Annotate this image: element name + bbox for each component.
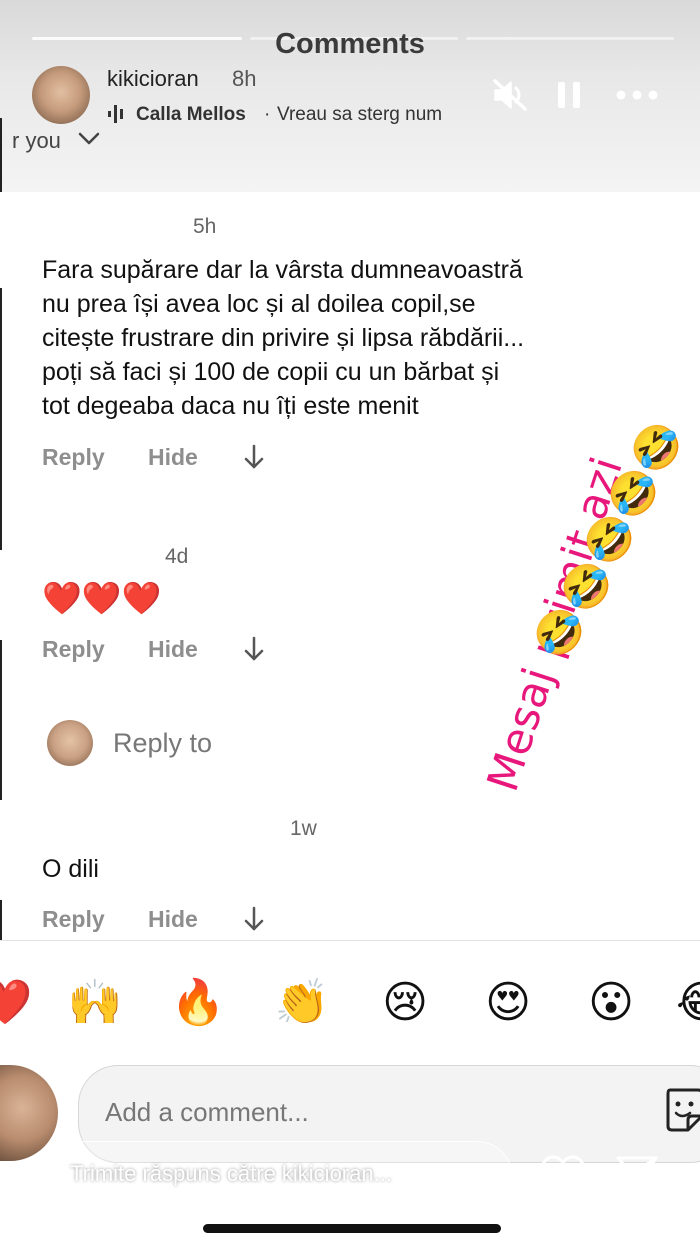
laughing-emoji-sticker: 🤣 [630,424,683,471]
laughing-emoji-sticker: 🤣 [607,470,660,517]
reply-button[interactable]: Reply [42,636,105,663]
home-indicator [203,1224,501,1233]
muted-speaker-icon[interactable] [492,78,528,112]
pause-icon[interactable] [556,80,582,110]
reply-button[interactable]: Reply [42,906,105,933]
comment-filter-label[interactable]: r you [12,128,61,154]
edge-shadow [0,900,2,940]
music-artist[interactable]: Calla Mellos [136,104,246,126]
send-icon[interactable] [614,1154,660,1196]
music-song-title[interactable]: Vreau sa sterg num [277,104,465,126]
chevron-down-icon[interactable] [78,132,100,146]
comment-text-line: nu prea își avea loc și al doilea copil,… [42,290,476,318]
comment-timestamp: 1w [290,817,317,840]
story-timestamp: 8h [232,66,257,91]
more-options-icon[interactable] [616,90,658,100]
hide-button[interactable]: Hide [148,906,198,933]
add-comment-placeholder[interactable]: Add a comment... [105,1097,309,1128]
sticker-icon[interactable] [664,1086,700,1134]
music-bars-icon [108,105,123,123]
edge-shadow [0,640,2,800]
edge-shadow [0,118,2,192]
reaction-clapping[interactable]: 👏 [272,976,332,1030]
reaction-surprised[interactable]: 😮 [581,976,641,1030]
divider [0,940,700,941]
comment-text: O dili [42,855,99,883]
music-separator: · [264,104,271,125]
story-author-username[interactable]: kikicioran [107,66,199,92]
reply-to-input[interactable]: Reply to [113,728,212,759]
comment-text-line: poți să faci și 100 de copii cu un bărba… [42,358,500,386]
reply-avatar [47,720,93,766]
laughing-emoji-sticker: 🤣 [533,609,586,656]
reaction-raised-hands[interactable]: 🙌 [65,976,125,1030]
hide-button[interactable]: Hide [148,444,198,471]
comment-text: Fara supărare dar la vârsta dumneavoastr… [42,253,524,423]
comments-sheet-title: Comments [275,28,425,60]
reaction-heart-eyes[interactable]: 😍 [478,976,538,1030]
comment-text: ❤️❤️❤️ [42,580,162,616]
comment-text-line: tot degeaba daca nu îți este menit [42,392,419,420]
reaction-fire[interactable]: 🔥 [168,976,228,1030]
edge-shadow [0,288,2,550]
arrow-down-icon[interactable] [243,444,265,470]
comment-text-line: Fara supărare dar la vârsta dumneavoastr… [42,256,523,284]
heart-icon[interactable] [540,1154,586,1196]
laughing-emoji-sticker: 🤣 [560,563,613,610]
reaction-heart[interactable]: ❤️ [0,976,35,1030]
story-reply-placeholder[interactable]: Trimite răspuns către kikicioran... [70,1161,392,1187]
reaction-crying[interactable]: 😢 [375,976,435,1030]
arrow-down-icon[interactable] [243,906,265,932]
hide-button[interactable]: Hide [148,636,198,663]
comment-text-line: citește frustrare din privire și lipsa r… [42,324,525,352]
arrow-down-icon[interactable] [243,636,265,662]
laughing-emoji-sticker: 🤣 [583,516,636,563]
comment-timestamp: 4d [165,545,189,568]
comment-timestamp: 5h [193,215,217,238]
reaction-laughing[interactable]: 😂 [676,976,700,1030]
reply-button[interactable]: Reply [42,444,105,471]
story-author-avatar[interactable] [32,66,90,124]
